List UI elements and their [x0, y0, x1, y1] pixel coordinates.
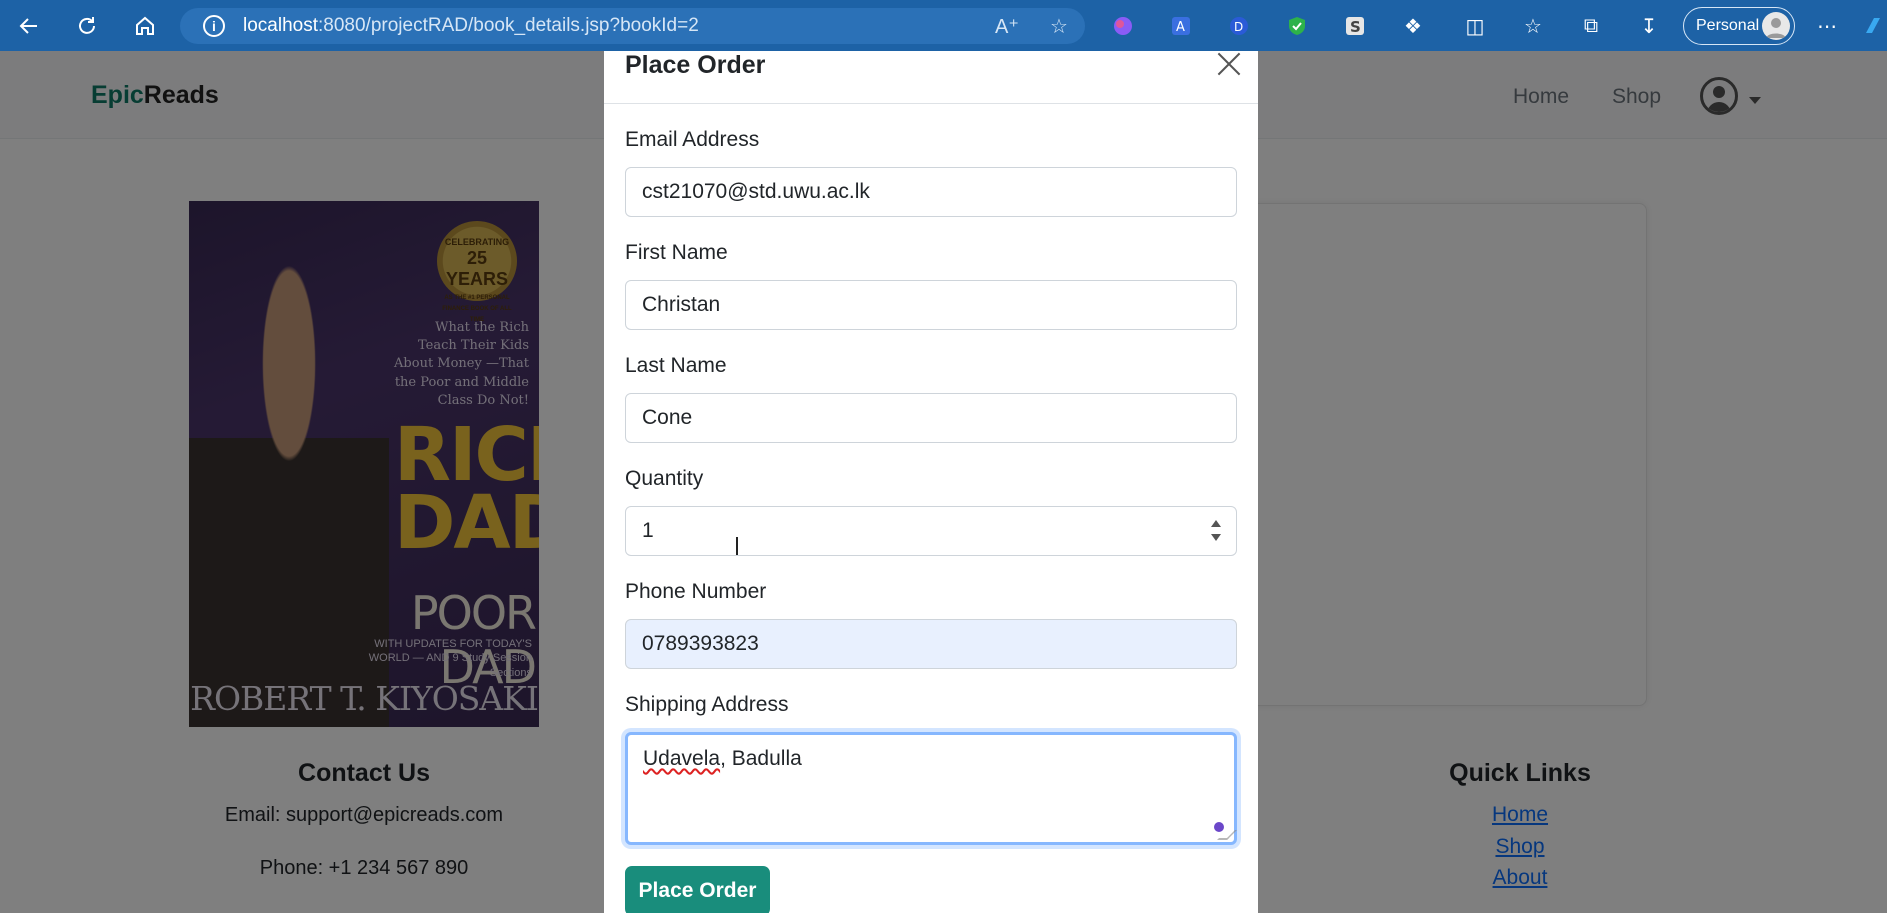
email-field[interactable]: cst21070@std.uwu.ac.lk — [625, 167, 1237, 217]
svg-text:D: D — [1234, 20, 1243, 34]
first-name-label: First Name — [625, 241, 728, 264]
svg-text:A: A — [1176, 20, 1185, 35]
profile-button[interactable]: Personal — [1683, 7, 1795, 45]
favorites-icon[interactable]: ☆ — [1516, 9, 1550, 43]
collections-icon[interactable]: ⧉ — [1574, 9, 1608, 43]
address-part2: , Badulla — [720, 747, 802, 770]
home-icon — [136, 16, 154, 35]
address-bar[interactable]: i localhost:8080/projectRAD/book_details… — [180, 8, 1085, 44]
extension-translate-icon[interactable]: A — [1164, 9, 1198, 43]
modal-title: Place Order — [625, 51, 766, 79]
avatar-icon — [1766, 18, 1786, 38]
place-order-modal: Place Order Email Address cst21070@std.u… — [604, 51, 1258, 913]
extension-shield-icon[interactable] — [1280, 9, 1314, 43]
address-label: Shipping Address — [625, 693, 789, 716]
quantity-stepper[interactable]: 1 — [625, 506, 1237, 556]
extension-s-icon[interactable]: S — [1338, 9, 1372, 43]
last-name-label: Last Name — [625, 354, 727, 377]
close-icon[interactable] — [1216, 51, 1242, 77]
copilot-icon[interactable] — [1858, 9, 1887, 43]
quantity-label: Quantity — [625, 467, 704, 490]
back-button[interactable] — [0, 0, 58, 51]
first-name-field[interactable]: Christan — [625, 280, 1237, 330]
url-path: :8080/projectRAD/book_details.jsp?bookId… — [318, 15, 699, 36]
modal-header: Place Order — [604, 51, 1258, 104]
favorite-star-icon[interactable]: ☆ — [1033, 14, 1085, 39]
text-cursor-icon — [736, 537, 744, 555]
phone-label: Phone Number — [625, 580, 767, 603]
svg-text:S: S — [1350, 18, 1361, 36]
more-icon[interactable]: ⋯ — [1810, 9, 1844, 43]
url-host: localhost — [243, 15, 318, 36]
address-part1: Udavela — [643, 747, 721, 770]
refresh-icon — [79, 16, 95, 34]
download-icon[interactable]: ↧ — [1632, 9, 1666, 43]
spinner-arrows-icon[interactable] — [1210, 520, 1222, 544]
extension-brain-icon[interactable] — [1106, 9, 1140, 43]
place-order-button[interactable]: Place Order — [625, 866, 770, 913]
last-name-field[interactable]: Cone — [625, 393, 1237, 443]
grammar-dot-icon[interactable] — [1214, 822, 1224, 832]
refresh-button[interactable] — [58, 0, 116, 51]
home-button[interactable] — [116, 0, 174, 51]
quantity-value: 1 — [642, 519, 654, 542]
split-screen-icon[interactable]: ◫ — [1458, 9, 1492, 43]
read-aloud-icon[interactable]: A⁺ — [981, 14, 1033, 39]
phone-field[interactable]: 0789393823 — [625, 619, 1237, 669]
extensions-icon[interactable]: ❖ — [1396, 9, 1430, 43]
shipping-address-textarea[interactable]: Udavela, Badulla — [625, 732, 1237, 845]
extension-d-icon[interactable]: D — [1222, 9, 1256, 43]
back-icon — [19, 17, 37, 34]
profile-label: Personal — [1696, 17, 1760, 34]
email-label: Email Address — [625, 128, 760, 151]
info-icon[interactable]: i — [203, 15, 225, 37]
avatar — [1762, 12, 1790, 40]
